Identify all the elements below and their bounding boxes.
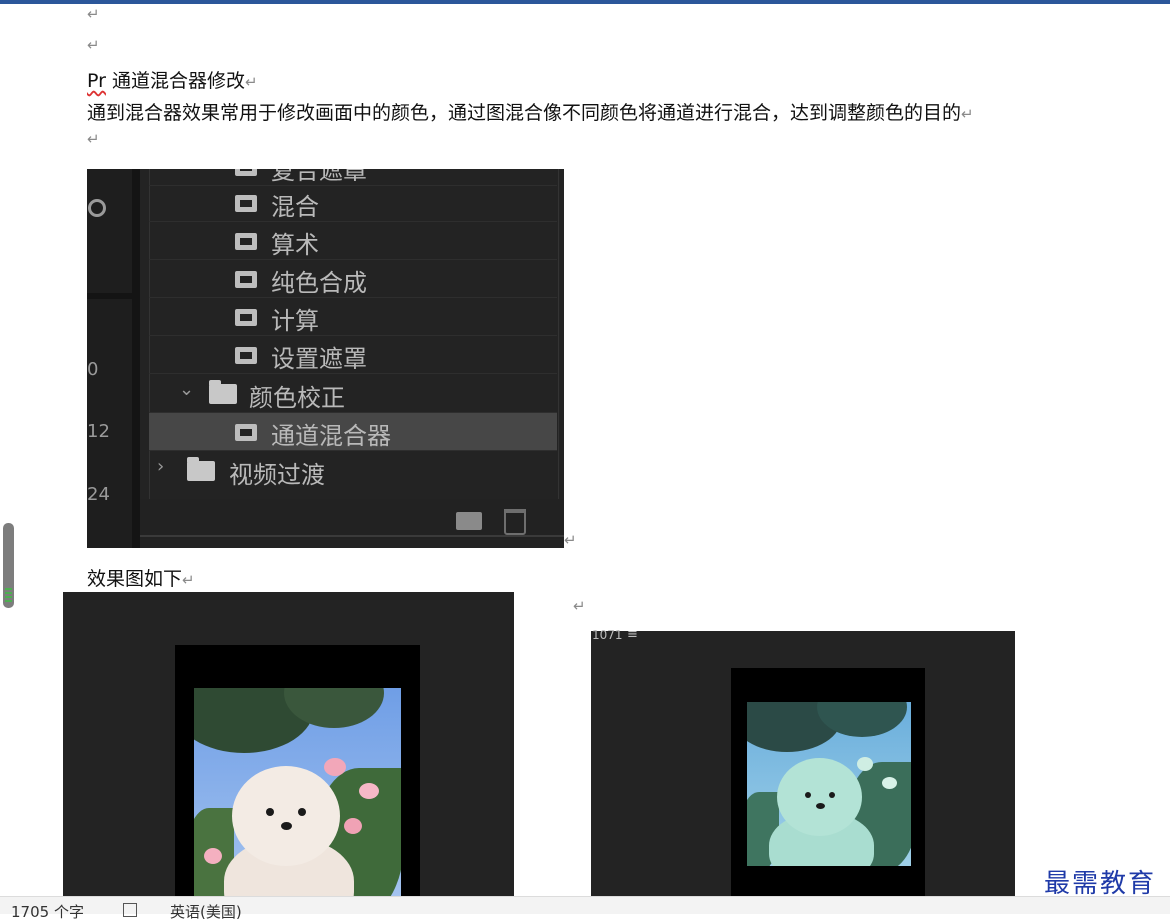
effect-clip-icon bbox=[235, 309, 257, 326]
paragraph-mark: ↵ bbox=[87, 36, 100, 54]
playhead-knob-icon bbox=[88, 199, 106, 217]
effect-label: 计算 bbox=[271, 307, 319, 335]
paragraph-mark: ↵ bbox=[573, 597, 586, 615]
trash-icon[interactable] bbox=[504, 509, 526, 535]
status-bar: 1705 个字 英语(美国) bbox=[0, 896, 1170, 921]
new-bin-folder-icon[interactable] bbox=[456, 512, 482, 530]
watermark-logo: 最需教育 bbox=[1044, 869, 1157, 899]
heading-text: 通道混合器修改 bbox=[105, 70, 245, 92]
ruler-number: 0 bbox=[87, 359, 99, 380]
proofing-icon[interactable] bbox=[123, 903, 137, 917]
channel-mixed-photo-image[interactable] bbox=[591, 631, 1015, 913]
effect-label: 混合 bbox=[271, 193, 319, 221]
dog-photo-mixed bbox=[747, 702, 911, 866]
timecode-readout: 1071 bbox=[592, 628, 623, 642]
heading-line[interactable]: Pr 通道混合器修改↵ bbox=[87, 66, 258, 93]
effect-item-blend[interactable]: 混合 bbox=[149, 184, 557, 222]
chevron-down-icon[interactable]: ⌄ bbox=[179, 379, 194, 400]
folder-icon bbox=[209, 380, 237, 404]
effect-clip-icon bbox=[235, 233, 257, 250]
effect-label: 算术 bbox=[271, 231, 319, 259]
effect-folder-color-correction[interactable]: ⌄ 颜色校正 bbox=[149, 375, 557, 413]
effect-item-calculations[interactable]: 计算 bbox=[149, 298, 557, 336]
effect-clip-icon bbox=[235, 169, 257, 176]
effect-clip-icon bbox=[235, 271, 257, 288]
panel-divider bbox=[140, 535, 564, 537]
effects-panel-image[interactable]: 0 12 24 复合遮罩 混合 算术 纯色合成 计算 设置遮罩 ⌄ 颜色校正 通… bbox=[87, 169, 564, 548]
folder-label: 视频过渡 bbox=[229, 461, 325, 489]
effect-clip-icon bbox=[235, 424, 257, 441]
effect-item-channel-mixer[interactable]: 通道混合器 bbox=[149, 413, 557, 451]
caption-text: 效果图如下 bbox=[87, 568, 183, 590]
result-caption[interactable]: 效果图如下↵ bbox=[87, 564, 195, 591]
folder-icon bbox=[187, 457, 215, 481]
panel-menu-icon[interactable]: ≡ bbox=[627, 627, 638, 642]
spellcheck-word[interactable]: Pr bbox=[87, 70, 106, 92]
panel-footer bbox=[140, 499, 564, 539]
effect-item-arithmetic[interactable]: 算术 bbox=[149, 222, 557, 260]
body-text: 通到混合器效果常用于修改画面中的颜色，通过图混合像不同颜色将通道进行混合，达到调… bbox=[87, 102, 962, 124]
paragraph-mark: ↵ bbox=[87, 130, 100, 148]
original-photo-image[interactable] bbox=[63, 592, 514, 913]
paragraph-mark: ↵ bbox=[182, 571, 195, 589]
effect-folder-video-transitions[interactable]: › 视频过渡 bbox=[149, 452, 557, 489]
effect-label: 通道混合器 bbox=[271, 422, 391, 450]
paragraph-mark: ↵ bbox=[244, 73, 258, 91]
ruler-number: 24 bbox=[87, 484, 110, 505]
language-indicator[interactable]: 英语(美国) bbox=[170, 901, 242, 922]
paragraph-mark: ↵ bbox=[564, 531, 577, 549]
panel-divider bbox=[132, 169, 140, 548]
window-accent-bar bbox=[0, 0, 1170, 4]
effect-item-set-matte[interactable]: 设置遮罩 bbox=[149, 336, 557, 374]
effect-label: 纯色合成 bbox=[271, 269, 367, 297]
paragraph-mark: ↵ bbox=[87, 5, 100, 23]
folder-label: 颜色校正 bbox=[249, 384, 345, 412]
dog-photo-original bbox=[194, 688, 401, 913]
paragraph-mark: ↵ bbox=[961, 105, 974, 123]
body-paragraph[interactable]: 通到混合器效果常用于修改画面中的颜色，通过图混合像不同颜色将通道进行混合，达到调… bbox=[87, 98, 974, 125]
effect-clip-icon bbox=[235, 347, 257, 364]
scroll-grip-icon bbox=[5, 588, 12, 604]
effect-clip-icon bbox=[235, 195, 257, 212]
effect-label: 设置遮罩 bbox=[271, 345, 367, 373]
vertical-scroll-indicator[interactable] bbox=[3, 523, 14, 608]
panel-divider bbox=[87, 293, 132, 299]
chevron-right-icon[interactable]: › bbox=[157, 456, 164, 477]
effect-item-solid-composite[interactable]: 纯色合成 bbox=[149, 260, 557, 298]
word-count[interactable]: 1705 个字 bbox=[11, 901, 84, 922]
ruler-number: 12 bbox=[87, 421, 110, 442]
